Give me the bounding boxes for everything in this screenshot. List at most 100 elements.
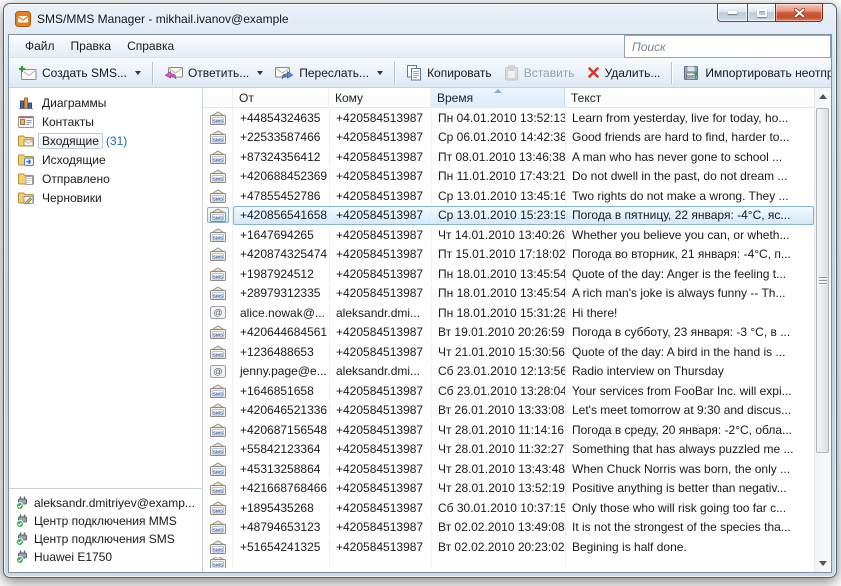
row-from: +1987924512	[234, 265, 330, 283]
table-row-partial[interactable]: SMS	[203, 557, 814, 568]
drafts-icon	[17, 191, 34, 204]
chevron-down-icon[interactable]	[257, 71, 263, 75]
minimize-button[interactable]	[717, 3, 747, 22]
maximize-button[interactable]	[747, 3, 775, 22]
sidebar-item-drafts[interactable]: Черновики	[9, 188, 202, 207]
row-text: A man who has never gone to school ...	[566, 148, 813, 166]
row-to: +420584513987	[330, 402, 432, 420]
table-row[interactable]: SMS +51654241325 +420584513987 Вт 02.02.…	[203, 537, 814, 557]
search-input[interactable]	[624, 35, 831, 58]
row-from: +420687156548	[234, 421, 330, 439]
table-row[interactable]: SMS +420874325474 +420584513987 Пт 15.01…	[203, 245, 814, 265]
row-from: +420688452369	[234, 168, 330, 186]
inbox-icon	[17, 134, 34, 147]
import-unsent-label: Импортировать неотпр	[705, 66, 831, 80]
table-row[interactable]: SMS +420856541658 +420584513987 Ср 13.01…	[203, 206, 814, 226]
row-time: Вт 02.02.2010 13:49:08	[432, 519, 566, 537]
close-button[interactable]	[775, 3, 823, 22]
table-row[interactable]: SMS +420687156548 +420584513987 Чт 28.01…	[203, 420, 814, 440]
sms-icon: SMS	[209, 189, 227, 203]
sidebar-item-inbox[interactable]: Входящие (31)	[9, 131, 202, 150]
svg-text:SMS: SMS	[212, 430, 223, 436]
sent-icon	[17, 172, 34, 185]
vertical-scrollbar[interactable]	[814, 88, 831, 572]
table-row[interactable]: SMS +420646521336 +420584513987 Вт 26.01…	[203, 401, 814, 421]
sms-icon: SMS	[209, 247, 227, 261]
sidebar-item-sent[interactable]: Отправлено	[9, 169, 202, 188]
scroll-down-button[interactable]	[815, 555, 831, 572]
column-header-from[interactable]: От	[233, 88, 329, 107]
table-row[interactable]: SMS +421668768466 +420584513987 Чт 28.01…	[203, 479, 814, 499]
row-from	[234, 558, 330, 567]
table-row[interactable]: SMS +48794653123 +420584513987 Вт 02.02.…	[203, 518, 814, 538]
chevron-down-icon[interactable]	[135, 71, 141, 75]
table-row[interactable]: SMS +1987924512 +420584513987 Пн 18.01.2…	[203, 264, 814, 284]
table-row[interactable]: SMS +420644684561 +420584513987 Вт 19.01…	[203, 323, 814, 343]
scroll-up-button[interactable]	[815, 88, 831, 105]
menu-file[interactable]: Файл	[17, 36, 63, 56]
connection-item[interactable]: Центр подключения MMS	[14, 512, 202, 530]
table-row[interactable]: SMS +87324356412 +420584513987 Пт 08.01.…	[203, 147, 814, 167]
table-row[interactable]: SMS +47855452786 +420584513987 Ср 13.01.…	[203, 186, 814, 206]
delete-button[interactable]: Удалить...	[581, 63, 667, 83]
sidebar-item-contacts[interactable]: Контакты	[9, 112, 202, 131]
table-row[interactable]: SMS +22533587466 +420584513987 Ср 06.01.…	[203, 128, 814, 148]
reply-icon	[164, 65, 183, 81]
close-icon	[794, 8, 805, 18]
row-time: Сб 23.01.2010 13:28:04	[432, 382, 566, 400]
title-bar[interactable]: SMS/MMS Manager - mikhail.ivanov@example	[4, 4, 836, 34]
main-area: Диаграммы Контакты Входящие (31) Исходящ…	[9, 88, 831, 572]
chevron-down-icon[interactable]	[377, 71, 383, 75]
table-row[interactable]: SMS +1646851658 +420584513987 Сб 23.01.2…	[203, 381, 814, 401]
reply-button[interactable]: Ответить...	[158, 62, 269, 84]
row-time: Вт 19.01.2010 20:26:59	[432, 324, 566, 342]
forward-button[interactable]: Переслать...	[269, 62, 389, 84]
plug-icon	[14, 550, 31, 564]
row-time: Пн 18.01.2010 13:45:54	[432, 265, 566, 283]
connection-item[interactable]: Центр подключения SMS	[14, 530, 202, 548]
table-row[interactable]: SMS +28979312335 +420584513987 Пн 18.01.…	[203, 284, 814, 304]
window-controls	[717, 3, 823, 22]
scrollbar-thumb[interactable]	[816, 108, 829, 453]
row-time: Сб 30.01.2010 10:37:15	[432, 499, 566, 517]
table-row[interactable]: SMS +420688452369 +420584513987 Пн 11.01…	[203, 167, 814, 187]
column-header-icon[interactable]	[203, 88, 233, 107]
sms-icon: SMS	[209, 462, 227, 476]
row-from: +420856541658	[234, 207, 330, 225]
column-header-to[interactable]: Кому	[329, 88, 431, 107]
column-header-time[interactable]: Время	[431, 88, 565, 107]
row-text: Hi there!	[566, 304, 813, 322]
table-row[interactable]: SMS +44854324635 +420584513987 Пн 04.01.…	[203, 108, 814, 128]
sms-icon: SMS	[209, 520, 227, 534]
table-row[interactable]: @ jenny.page@e... aleksandr.dmi... Сб 23…	[203, 362, 814, 382]
table-row[interactable]: SMS +55842123364 +420584513987 Чт 28.01.…	[203, 440, 814, 460]
contacts-icon	[17, 115, 34, 128]
toolbar-separator	[671, 62, 672, 84]
row-from: +48794653123	[234, 519, 330, 537]
row-text: Two rights do not make a wrong. They ...	[566, 187, 813, 205]
table-row[interactable]: @ alice.nowak@... aleksandr.dmi... Пн 18…	[203, 303, 814, 323]
import-unsent-button[interactable]: SMS Импортировать неотпр	[677, 62, 831, 84]
svg-text:SMS: SMS	[212, 450, 223, 456]
connection-list: aleksandr.dmitriyev@examp... Центр подкл…	[9, 488, 202, 572]
menu-edit[interactable]: Правка	[63, 36, 120, 56]
svg-text:SMS: SMS	[212, 469, 223, 475]
sidebar-item-charts[interactable]: Диаграммы	[9, 93, 202, 112]
connection-item[interactable]: Huawei E1750	[14, 548, 202, 566]
sidebar: Диаграммы Контакты Входящие (31) Исходящ…	[9, 88, 203, 572]
sidebar-item-outbox[interactable]: Исходящие	[9, 150, 202, 169]
table-row[interactable]: SMS +45313258864 +420584513987 Чт 28.01.…	[203, 459, 814, 479]
create-sms-button[interactable]: Создать SMS...	[12, 62, 147, 84]
table-row[interactable]: SMS +1647694265 +420584513987 Чт 14.01.2…	[203, 225, 814, 245]
column-header-text[interactable]: Текст	[565, 88, 814, 107]
table-row[interactable]: SMS +1236488653 +420584513987 Чт 21.01.2…	[203, 342, 814, 362]
table-row[interactable]: SMS +1895435268 +420584513987 Сб 30.01.2…	[203, 498, 814, 518]
client-area: Файл Правка Справка Создать SMS... Ответ…	[8, 34, 832, 573]
copy-button[interactable]: Копировать	[400, 62, 498, 84]
connection-item[interactable]: aleksandr.dmitriyev@examp...	[14, 494, 202, 512]
row-to: +420584513987	[330, 129, 432, 147]
row-from: +1646851658	[234, 382, 330, 400]
row-time: Чт 28.01.2010 13:43:48	[432, 460, 566, 478]
menu-help[interactable]: Справка	[119, 36, 182, 56]
row-to: +420584513987	[330, 538, 432, 556]
